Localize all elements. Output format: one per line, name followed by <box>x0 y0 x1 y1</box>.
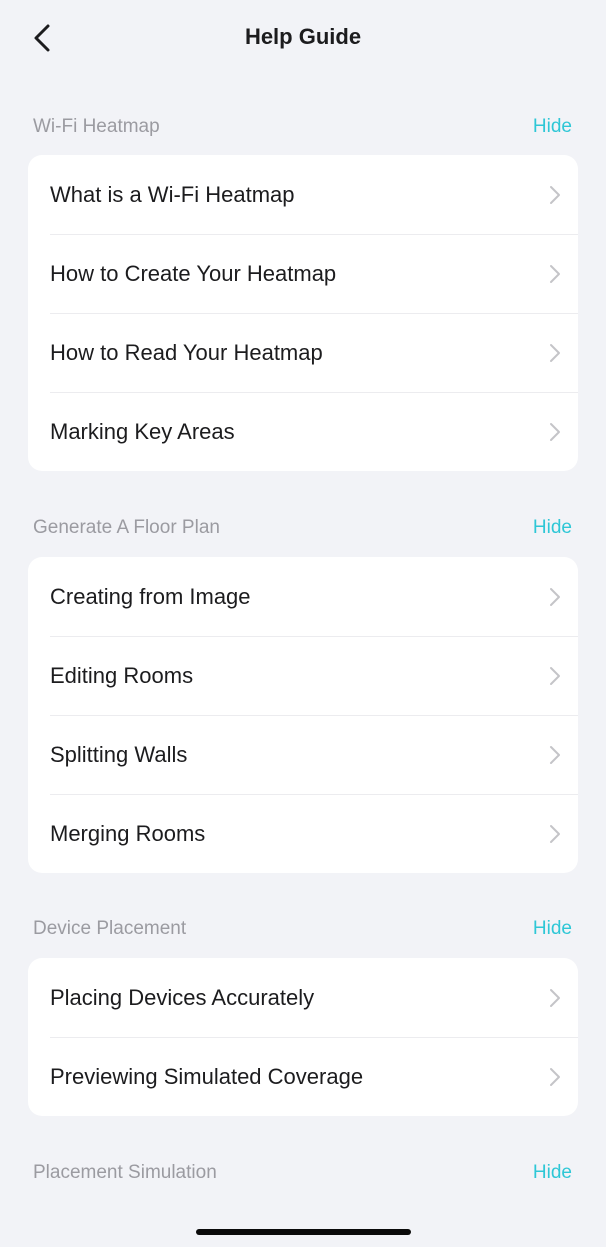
chevron-right-icon <box>550 988 560 1007</box>
section-header: Wi-Fi Heatmap Hide <box>28 112 578 142</box>
list-item[interactable]: Splitting Walls <box>28 715 578 794</box>
list-item[interactable]: Creating from Image <box>28 557 578 636</box>
chevron-right-icon <box>550 1067 560 1086</box>
list-item-label: How to Create Your Heatmap <box>50 260 337 286</box>
list-item-label: What is a Wi-Fi Heatmap <box>50 181 295 207</box>
list-item-label: Marking Key Areas <box>50 418 235 444</box>
section-device-placement: Device Placement Hide Placing Devices Ac… <box>28 914 578 1116</box>
chevron-right-icon <box>550 264 560 283</box>
chevron-right-icon <box>550 666 560 685</box>
list-item-label: Editing Rooms <box>50 662 194 688</box>
list-item[interactable]: Editing Rooms <box>28 636 578 715</box>
chevron-right-icon <box>550 587 560 606</box>
header: Help Guide <box>0 0 606 78</box>
list-item-label: Placing Devices Accurately <box>50 984 315 1010</box>
hide-button[interactable]: Hide <box>533 116 572 138</box>
list-item[interactable]: How to Read Your Heatmap <box>28 313 578 392</box>
chevron-right-icon <box>550 824 560 843</box>
section-title: Wi-Fi Heatmap <box>33 116 160 137</box>
section-card: What is a Wi-Fi Heatmap How to Create Yo… <box>28 155 578 471</box>
list-item[interactable]: What is a Wi-Fi Heatmap <box>28 155 578 234</box>
section-title: Generate A Floor Plan <box>33 517 220 538</box>
section-header: Generate A Floor Plan Hide <box>28 513 578 543</box>
section-header: Placement Simulation Hide <box>28 1158 578 1188</box>
list-item-label: Splitting Walls <box>50 741 188 767</box>
list-item[interactable]: How to Create Your Heatmap <box>28 234 578 313</box>
section-placement-simulation: Placement Simulation Hide <box>28 1158 578 1188</box>
chevron-right-icon <box>550 422 560 441</box>
chevron-right-icon <box>550 745 560 764</box>
list-item-label: How to Read Your Heatmap <box>50 339 323 365</box>
list-item[interactable]: Previewing Simulated Coverage <box>28 1037 578 1116</box>
hide-button[interactable]: Hide <box>533 918 572 940</box>
hide-button[interactable]: Hide <box>533 517 572 539</box>
page-title: Help Guide <box>244 24 362 49</box>
home-indicator[interactable] <box>196 1229 411 1235</box>
section-wifi-heatmap: Wi-Fi Heatmap Hide What is a Wi-Fi Heatm… <box>28 112 578 471</box>
chevron-right-icon <box>550 185 560 204</box>
hide-button[interactable]: Hide <box>533 1162 572 1184</box>
section-card: Creating from Image Editing Rooms Splitt… <box>28 557 578 873</box>
list-item[interactable]: Merging Rooms <box>28 794 578 873</box>
list-item[interactable]: Marking Key Areas <box>28 392 578 471</box>
list-item[interactable]: Placing Devices Accurately <box>28 958 578 1037</box>
section-title: Placement Simulation <box>33 1162 217 1183</box>
section-title: Device Placement <box>33 918 187 939</box>
section-card: Placing Devices Accurately Previewing Si… <box>28 958 578 1116</box>
list-item-label: Creating from Image <box>50 583 251 609</box>
list-item-label: Previewing Simulated Coverage <box>50 1063 364 1089</box>
chevron-right-icon <box>550 343 560 362</box>
section-generate-floor-plan: Generate A Floor Plan Hide Creating from… <box>28 513 578 873</box>
list-item-label: Merging Rooms <box>50 820 206 846</box>
section-header: Device Placement Hide <box>28 914 578 944</box>
